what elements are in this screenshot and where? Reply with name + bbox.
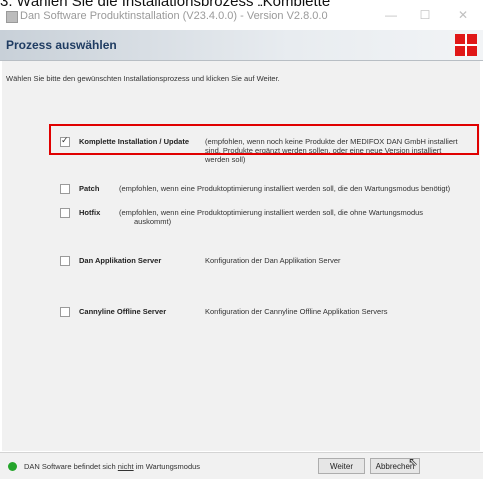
option-description-line: Konfiguration der Dan Applikation Server	[205, 256, 341, 265]
checkbox-cannyline-offline-server[interactable]	[60, 307, 70, 317]
status-text: DAN Software befindet sich nicht im Wart…	[24, 462, 200, 471]
option-description-line: sind, Produkte ergänzt werden sollen, od…	[205, 146, 442, 155]
option-label: Dan Applikation Server	[79, 256, 162, 265]
checkbox-komplette-installation[interactable]: ✓	[60, 135, 70, 147]
status-text-part: im Wartungsmodus	[133, 462, 201, 471]
option-description: (empfohlen, wenn noch keine Produkte der…	[205, 137, 458, 164]
option-label: Komplette Installation / Update	[79, 137, 190, 146]
status-text-negation: nicht	[117, 462, 134, 471]
checkmark-icon: ✓	[61, 135, 69, 145]
option-description-line: werden soll)	[205, 155, 246, 164]
option-description: (empfohlen, wenn eine Produktoptimierung…	[119, 208, 423, 226]
page-title: Prozess auswählen	[6, 38, 117, 52]
option-description: Konfiguration der Cannyline Offline Appl…	[205, 307, 387, 316]
checkbox-patch[interactable]	[60, 184, 70, 194]
status-text-part: DAN Software befindet sich	[24, 462, 118, 471]
window-titlebar: Dan Software Produktinstallation (V23.4.…	[0, 6, 483, 28]
checkbox-dan-applikation-server[interactable]	[60, 256, 70, 266]
option-description-line: (empfohlen, wenn eine Produktoptimierung…	[119, 208, 424, 217]
instruction-text: Wählen Sie bitte den gewünschten Install…	[6, 74, 280, 83]
option-description-line: auskommt)	[134, 217, 172, 226]
option-description-line: (empfohlen, wenn noch keine Produkte der…	[205, 137, 458, 146]
logo-bar-vertical	[465, 34, 467, 56]
option-description-line: Konfiguration der Cannyline Offline Appl…	[205, 307, 388, 316]
option-description-line: (empfohlen, wenn eine Produktoptimierung…	[119, 184, 451, 193]
mouse-cursor-icon: ⇖	[408, 455, 419, 469]
option-description: Konfiguration der Dan Applikation Server	[205, 256, 341, 265]
app-icon	[6, 11, 18, 23]
maximize-button[interactable]: ☐	[414, 8, 436, 24]
main-panel: Wählen Sie bitte den gewünschten Install…	[2, 61, 480, 451]
option-label: Hotfix	[79, 208, 101, 217]
option-label: Cannyline Offline Server	[79, 307, 167, 316]
option-label: Patch	[79, 184, 100, 193]
option-description: (empfohlen, wenn eine Produktoptimierung…	[119, 184, 450, 193]
status-indicator-icon	[8, 462, 17, 471]
minimize-button[interactable]: —	[380, 8, 402, 24]
next-button[interactable]: Weiter	[318, 458, 365, 474]
company-logo	[455, 34, 477, 56]
checkbox-hotfix[interactable]	[60, 208, 70, 218]
close-button[interactable]: ✕	[452, 8, 474, 24]
window-title: Dan Software Produktinstallation (V23.4.…	[20, 10, 328, 22]
page-header: Prozess auswählen	[0, 30, 483, 61]
